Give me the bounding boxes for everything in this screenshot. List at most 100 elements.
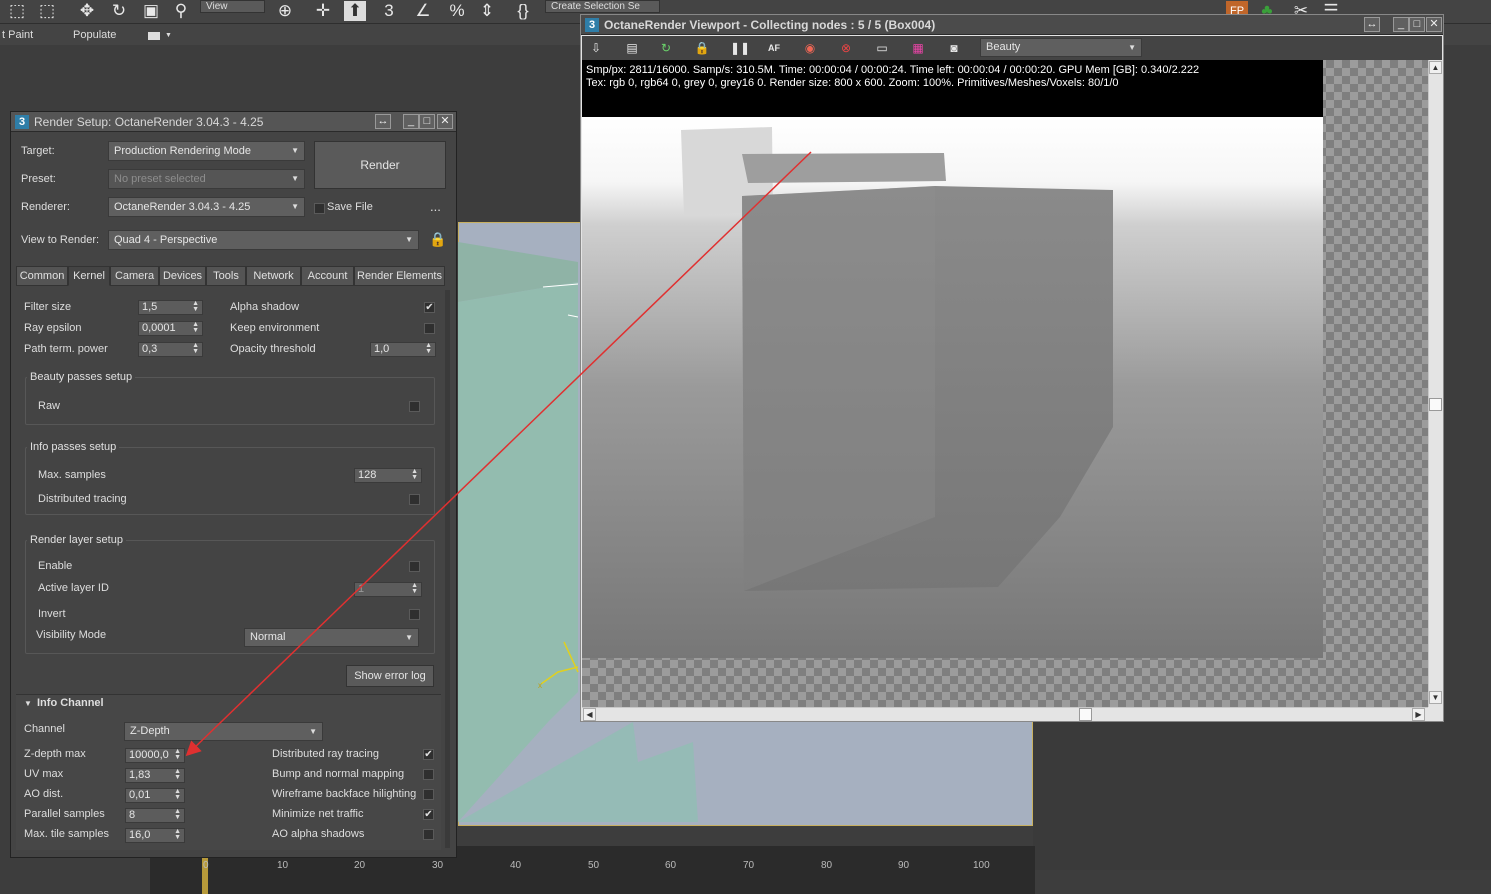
max-tile-samples-spinner[interactable]: 16,0 ▲ ▼ [125, 828, 185, 843]
bump-normal-checkbox[interactable] [423, 769, 434, 780]
snap-move-icon[interactable]: ✛ [312, 1, 334, 21]
tab-common[interactable]: Common [16, 266, 68, 286]
preset-dropdown[interactable]: No preset selected ▼ [108, 169, 305, 189]
tab-camera[interactable]: Camera [110, 266, 159, 286]
tab-account[interactable]: Account [301, 266, 354, 286]
info-channel-header[interactable]: Info Channel [37, 697, 104, 709]
maximize-button[interactable]: □ [1409, 17, 1425, 32]
camera-icon[interactable]: ◙ [946, 40, 962, 56]
view-to-render-dropdown[interactable]: Quad 4 - Perspective ▼ [108, 230, 419, 250]
renderer-dropdown[interactable]: OctaneRender 3.04.3 - 4.25 ▼ [108, 197, 305, 217]
path-term-spinner[interactable]: 0,3 ▲ ▼ [138, 342, 203, 357]
snap-3d-icon[interactable]: 3 [378, 1, 400, 21]
select-region-icon[interactable]: ⬚ [6, 1, 28, 21]
spinner-arrows-icon[interactable]: ▲ ▼ [192, 321, 199, 334]
alpha-shadow-checkbox[interactable]: ✔ [424, 302, 435, 313]
pivot-icon[interactable]: ⊕ [274, 1, 296, 21]
move-icon[interactable]: ✥ [76, 1, 98, 21]
distributed-tracing-checkbox[interactable] [409, 494, 420, 505]
close-button[interactable]: ✕ [437, 114, 453, 129]
octane-viewport-window[interactable]: 3 OctaneRender Viewport - Collecting nod… [580, 14, 1444, 722]
keep-environment-checkbox[interactable] [424, 323, 435, 334]
view-combo[interactable]: View [200, 0, 265, 13]
spinner-arrows-icon[interactable]: ▲ ▼ [425, 342, 432, 355]
tab-network[interactable]: Network [246, 266, 301, 286]
scroll-right-icon[interactable]: ▶ [1412, 708, 1425, 721]
spinner-arrows-icon[interactable]: ▲ ▼ [174, 748, 181, 761]
maximize-button[interactable]: □ [419, 114, 435, 129]
ao-dist-spinner[interactable]: 0,01 ▲ ▼ [125, 788, 185, 803]
object-paint-tab[interactable]: t Paint [2, 29, 33, 41]
vertical-scrollbar[interactable]: ▲ ▼ [1428, 60, 1442, 707]
scroll-down-icon[interactable]: ▼ [1429, 691, 1442, 704]
spinner-arrows-icon[interactable]: ▲ ▼ [411, 468, 418, 481]
chevron-down-icon[interactable]: ▼ [165, 32, 172, 39]
render-setup-titlebar[interactable]: 3 Render Setup: OctaneRender 3.04.3 - 4.… [11, 112, 456, 132]
minimize-button[interactable]: _ [1393, 17, 1409, 32]
stop-render-icon[interactable]: ⊗ [838, 40, 854, 56]
close-button[interactable]: ✕ [1426, 17, 1442, 32]
scroll-left-icon[interactable]: ◀ [583, 708, 596, 721]
minimize-net-checkbox[interactable]: ✔ [423, 809, 434, 820]
distributed-ray-tracing-checkbox[interactable]: ✔ [423, 749, 434, 760]
ribbon-toggle-icon[interactable] [148, 32, 160, 40]
more-button[interactable]: ... [430, 199, 441, 214]
scroll-up-icon[interactable]: ▲ [1429, 61, 1442, 74]
render-setup-window[interactable]: 3 Render Setup: OctaneRender 3.04.3 - 4.… [10, 111, 457, 858]
vertical-scroll-thumb[interactable] [1429, 398, 1442, 411]
populate-tab[interactable]: Populate [73, 29, 116, 41]
tab-render-elements[interactable]: Render Elements [354, 266, 445, 286]
invert-checkbox[interactable] [409, 609, 420, 620]
film-icon[interactable]: ▦ [910, 40, 926, 56]
auto-focus-icon[interactable]: AF [766, 40, 782, 56]
render-button[interactable]: Render [314, 141, 446, 189]
rollout-collapse-icon[interactable]: ▼ [24, 699, 32, 708]
spinner-arrows-icon[interactable]: ▲ ▼ [411, 582, 418, 595]
scale-icon[interactable]: ▣ [140, 1, 162, 21]
ray-epsilon-spinner[interactable]: 0,0001 ▲ ▼ [138, 321, 203, 336]
visibility-mode-dropdown[interactable]: Normal ▼ [244, 628, 419, 647]
panel-scrollbar[interactable] [445, 290, 450, 848]
percent-snap-icon[interactable]: % [446, 1, 468, 21]
raw-checkbox[interactable] [409, 401, 420, 412]
horizontal-scroll-thumb[interactable] [1079, 708, 1092, 721]
horizontal-scrollbar[interactable]: ◀ ▶ [582, 707, 1428, 721]
max-samples-spinner[interactable]: 128 ▲ ▼ [354, 468, 422, 483]
render-pass-dropdown[interactable]: Beauty ▼ [980, 38, 1142, 57]
lock-icon[interactable]: 🔒 [694, 40, 710, 56]
send-scene-icon[interactable]: ⇩ [588, 40, 604, 56]
tab-kernel[interactable]: Kernel [68, 266, 110, 286]
show-error-log-button[interactable]: Show error log [346, 665, 434, 687]
filter-size-spinner[interactable]: 1,5 ▲ ▼ [138, 300, 203, 315]
active-layer-spinner[interactable]: 1 ▲ ▼ [354, 582, 422, 597]
angle-snap-icon[interactable]: ∠ [412, 1, 434, 21]
zdepth-max-spinner[interactable]: 10000,0 ▲ ▼ [125, 748, 185, 763]
spinner-arrows-icon[interactable]: ▲ ▼ [174, 808, 181, 821]
target-dropdown[interactable]: Production Rendering Mode ▼ [108, 141, 305, 161]
spinner-arrows-icon[interactable]: ▲ ▼ [192, 300, 199, 313]
region-icon[interactable]: ⬚ [36, 1, 58, 21]
spinner-arrows-icon[interactable]: ▲ ▼ [174, 768, 181, 781]
link-icon[interactable]: ⚲ [170, 1, 192, 21]
tab-devices[interactable]: Devices [159, 266, 206, 286]
rotate-icon[interactable]: ↻ [108, 1, 130, 21]
color-picker-icon[interactable]: ◉ [802, 40, 818, 56]
wireframe-backface-checkbox[interactable] [423, 789, 434, 800]
restart-render-icon[interactable]: ↻ [658, 40, 674, 56]
save-file-checkbox[interactable] [314, 203, 325, 214]
tab-tools[interactable]: Tools [206, 266, 246, 286]
parallel-samples-spinner[interactable]: 8 ▲ ▼ [125, 808, 185, 823]
ao-alpha-shadows-checkbox[interactable] [423, 829, 434, 840]
pause-icon[interactable]: ❚❚ [730, 40, 750, 56]
spinner-snap-icon[interactable]: ⇕ [476, 1, 498, 21]
uv-max-spinner[interactable]: 1,83 ▲ ▼ [125, 768, 185, 783]
clipboard-icon[interactable]: ▤ [624, 40, 640, 56]
spinner-arrows-icon[interactable]: ▲ ▼ [192, 342, 199, 355]
channel-dropdown[interactable]: Z-Depth ▼ [124, 722, 323, 741]
enable-checkbox[interactable] [409, 561, 420, 572]
resize-icon[interactable]: ↔ [1364, 17, 1380, 32]
minimize-button[interactable]: _ [403, 114, 419, 129]
opacity-threshold-spinner[interactable]: 1,0 ▲ ▼ [370, 342, 436, 357]
spinner-arrows-icon[interactable]: ▲ ▼ [174, 788, 181, 801]
snap-toggle-icon[interactable]: ⬆ [344, 1, 366, 21]
